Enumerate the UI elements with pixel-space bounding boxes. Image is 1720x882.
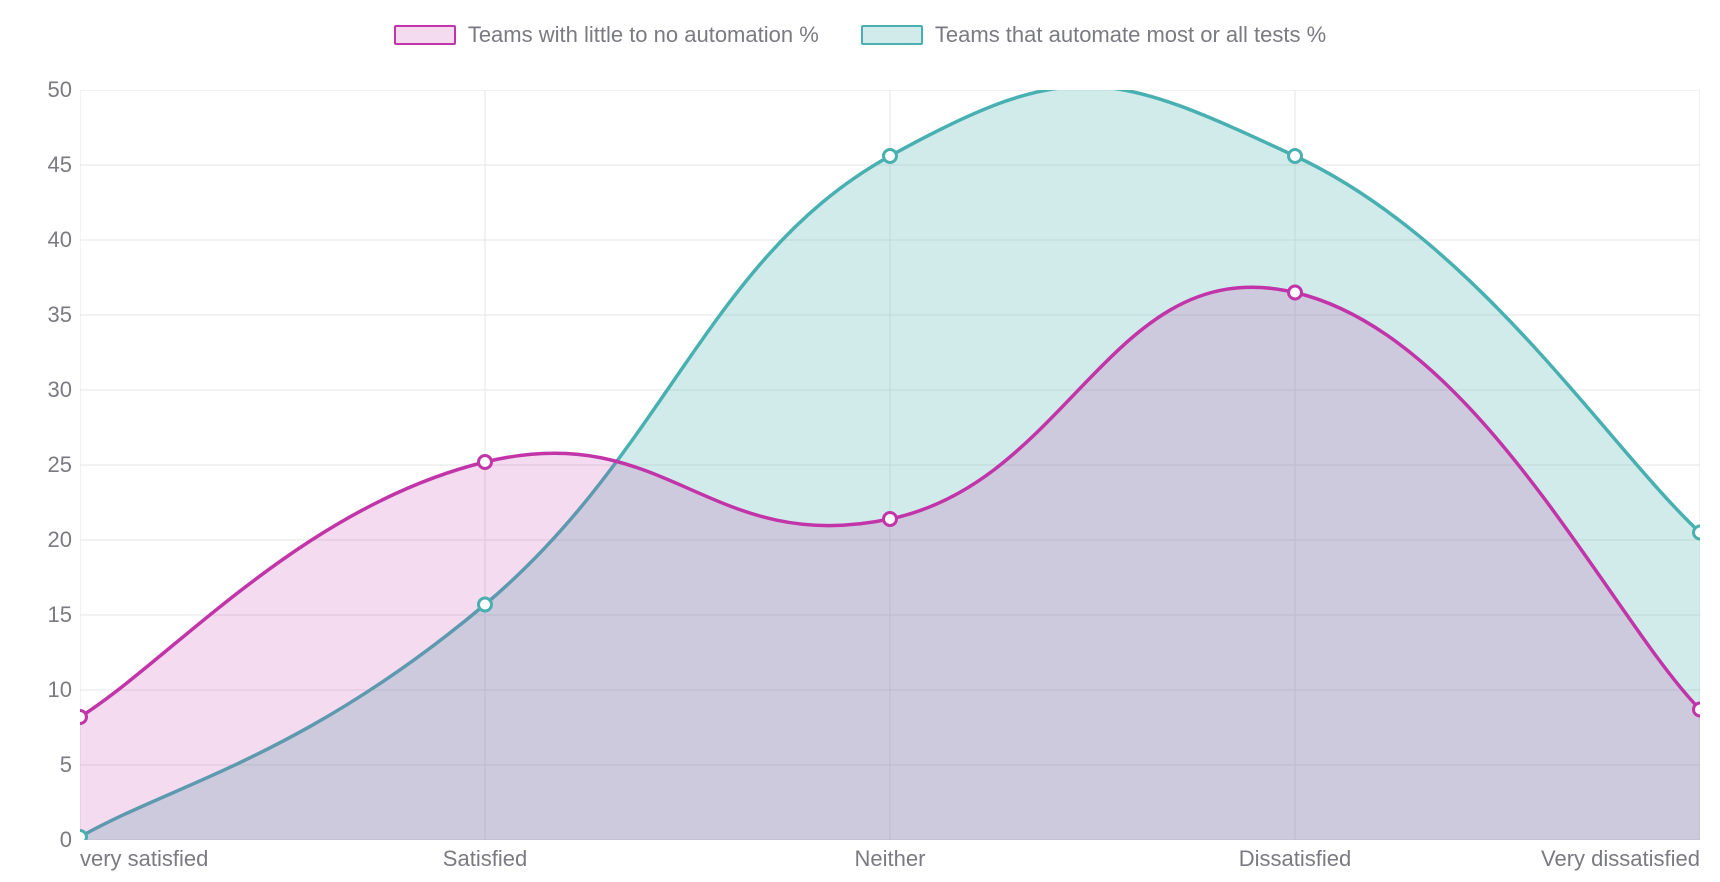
x-tick-2: Neither xyxy=(855,846,926,872)
legend: Teams with little to no automation % Tea… xyxy=(0,22,1720,51)
data-point[interactable] xyxy=(80,711,87,724)
legend-label-b: Teams that automate most or all tests % xyxy=(935,22,1326,48)
y-tick-10: 10 xyxy=(0,677,72,703)
plot-svg xyxy=(80,90,1700,840)
y-tick-5: 5 xyxy=(0,752,72,778)
y-tick-45: 45 xyxy=(0,152,72,178)
y-tick-20: 20 xyxy=(0,527,72,553)
y-tick-40: 40 xyxy=(0,227,72,253)
x-tick-0: very satisfied xyxy=(80,846,208,872)
y-tick-25: 25 xyxy=(0,452,72,478)
legend-swatch-a xyxy=(394,25,456,45)
data-point[interactable] xyxy=(1289,286,1302,299)
data-point[interactable] xyxy=(479,456,492,469)
data-point[interactable] xyxy=(1694,526,1701,539)
data-point[interactable] xyxy=(884,513,897,526)
x-tick-1: Satisfied xyxy=(443,846,527,872)
legend-swatch-b xyxy=(861,25,923,45)
legend-label-a: Teams with little to no automation % xyxy=(468,22,819,48)
chart-container: Teams with little to no automation % Tea… xyxy=(0,0,1720,882)
y-axis-ticks: 0 5 10 15 20 25 30 35 40 45 50 xyxy=(0,90,72,840)
x-axis-ticks: very satisfied Satisfied Neither Dissati… xyxy=(80,846,1700,876)
data-point[interactable] xyxy=(1694,703,1701,716)
y-tick-15: 15 xyxy=(0,602,72,628)
data-point[interactable] xyxy=(479,598,492,611)
legend-item-series-b[interactable]: Teams that automate most or all tests % xyxy=(861,22,1326,48)
data-point[interactable] xyxy=(884,150,897,163)
legend-item-series-a[interactable]: Teams with little to no automation % xyxy=(394,22,819,48)
y-tick-35: 35 xyxy=(0,302,72,328)
y-tick-0: 0 xyxy=(0,827,72,853)
x-tick-3: Dissatisfied xyxy=(1239,846,1351,872)
data-point[interactable] xyxy=(80,831,87,841)
y-tick-50: 50 xyxy=(0,77,72,103)
plot-area xyxy=(80,90,1700,840)
data-point[interactable] xyxy=(1289,150,1302,163)
x-tick-4: Very dissatisfied xyxy=(1541,846,1700,872)
y-tick-30: 30 xyxy=(0,377,72,403)
